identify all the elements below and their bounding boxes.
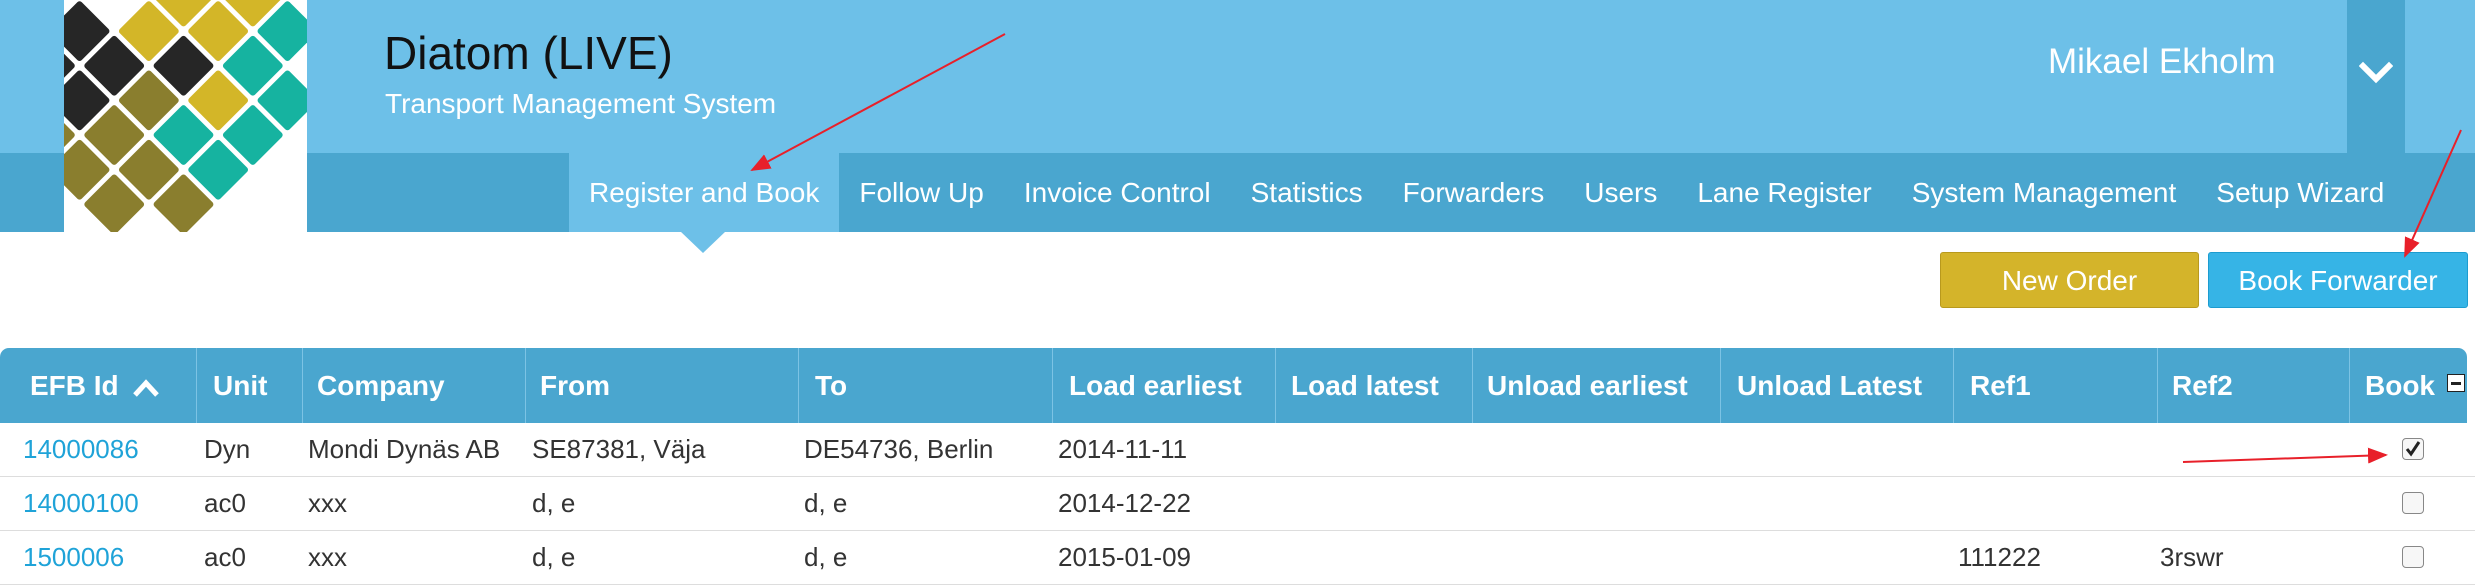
new-order-button[interactable]: New Order	[1940, 252, 2199, 308]
cell-from: d, e	[532, 488, 576, 518]
table-row[interactable]: 1500006 ac0 xxx d, e d, e 2015-01-09 111…	[0, 531, 2475, 585]
book-checkbox[interactable]	[2402, 546, 2424, 568]
column-divider	[525, 348, 526, 423]
main-nav: Register and Book Follow Up Invoice Cont…	[569, 153, 2404, 232]
column-header-ref2[interactable]: Ref2	[2172, 348, 2233, 423]
cell-company: Mondi Dynäs AB	[308, 434, 501, 464]
column-divider	[302, 348, 303, 423]
cell-from: d, e	[532, 542, 576, 572]
book-forwarder-button[interactable]: Book Forwarder	[2208, 252, 2468, 308]
column-header-load-latest[interactable]: Load latest	[1291, 348, 1439, 423]
table-row[interactable]: 14000100 ac0 xxx d, e d, e 2014-12-22	[0, 477, 2475, 531]
column-header-company[interactable]: Company	[317, 348, 445, 423]
table-header: EFB Id Unit Company From To Load earlies…	[0, 348, 2467, 423]
app-title: Diatom (LIVE)	[384, 27, 673, 79]
book-checkbox[interactable]	[2402, 492, 2424, 514]
nav-item-setup-wizard[interactable]: Setup Wizard	[2196, 153, 2404, 232]
cell-company: xxx	[308, 488, 347, 518]
column-divider	[1275, 348, 1276, 423]
column-divider	[2157, 348, 2158, 423]
nav-item-follow-up[interactable]: Follow Up	[839, 153, 1003, 232]
company-logo	[64, 0, 307, 232]
cell-to: DE54736, Berlin	[804, 434, 994, 464]
column-divider	[798, 348, 799, 423]
nav-item-register-and-book[interactable]: Register and Book	[569, 153, 840, 232]
column-header-book[interactable]: Book	[2365, 348, 2435, 423]
column-divider	[1052, 348, 1053, 423]
nav-item-lane-register[interactable]: Lane Register	[1677, 153, 1891, 232]
column-divider	[196, 348, 197, 423]
column-header-to[interactable]: To	[815, 348, 847, 423]
column-header-unload-earliest[interactable]: Unload earliest	[1487, 348, 1688, 423]
nav-item-statistics[interactable]: Statistics	[1231, 153, 1383, 232]
cell-company: xxx	[308, 542, 347, 572]
nav-item-users[interactable]: Users	[1564, 153, 1677, 232]
sort-ascending-icon	[133, 378, 160, 397]
cell-load-earliest: 2014-12-22	[1058, 488, 1191, 518]
efb-id-link[interactable]: 14000086	[23, 423, 139, 476]
nav-item-invoice-control[interactable]: Invoice Control	[1004, 153, 1231, 232]
nav-item-forwarders[interactable]: Forwarders	[1383, 153, 1565, 232]
cell-from: SE87381, Väja	[532, 434, 706, 464]
chevron-down-icon	[2359, 61, 2393, 84]
active-tab-caret	[680, 231, 726, 253]
collapse-icon[interactable]	[2447, 374, 2465, 392]
column-divider	[1953, 348, 1954, 423]
column-divider	[1472, 348, 1473, 423]
cell-to: d, e	[804, 542, 848, 572]
column-divider	[1720, 348, 1721, 423]
app-subtitle: Transport Management System	[385, 88, 777, 119]
column-header-efb-id[interactable]: EFB Id	[30, 348, 160, 423]
column-divider	[2349, 348, 2350, 423]
cell-unit: ac0	[204, 488, 246, 518]
diamond-logo-icon	[64, 0, 307, 232]
table-row[interactable]: 14000086 Dyn Mondi Dynäs AB SE87381, Väj…	[0, 423, 2475, 477]
user-menu-name[interactable]: Mikael Ekholm	[2048, 42, 2276, 82]
cell-ref1: 111222	[1958, 542, 2041, 572]
user-menu-toggle[interactable]	[2347, 0, 2405, 153]
cell-ref2: 3rswr	[2160, 542, 2224, 572]
book-checkbox[interactable]	[2402, 438, 2424, 460]
cell-to: d, e	[804, 488, 848, 518]
column-header-from[interactable]: From	[540, 348, 610, 423]
column-header-ref1[interactable]: Ref1	[1970, 348, 2031, 423]
cell-unit: Dyn	[204, 434, 251, 464]
column-header-load-earliest[interactable]: Load earliest	[1069, 348, 1242, 423]
cell-load-earliest: 2015-01-09	[1058, 542, 1191, 572]
cell-unit: ac0	[204, 542, 246, 572]
cell-load-earliest: 2014-11-11	[1058, 434, 1188, 464]
checkmark-icon	[2405, 441, 2421, 457]
column-header-unload-latest[interactable]: Unload Latest	[1737, 348, 1922, 423]
efb-id-link[interactable]: 1500006	[23, 531, 124, 584]
efb-id-link[interactable]: 14000100	[23, 477, 139, 530]
nav-item-system-management[interactable]: System Management	[1892, 153, 2197, 232]
column-header-unit[interactable]: Unit	[213, 348, 267, 423]
